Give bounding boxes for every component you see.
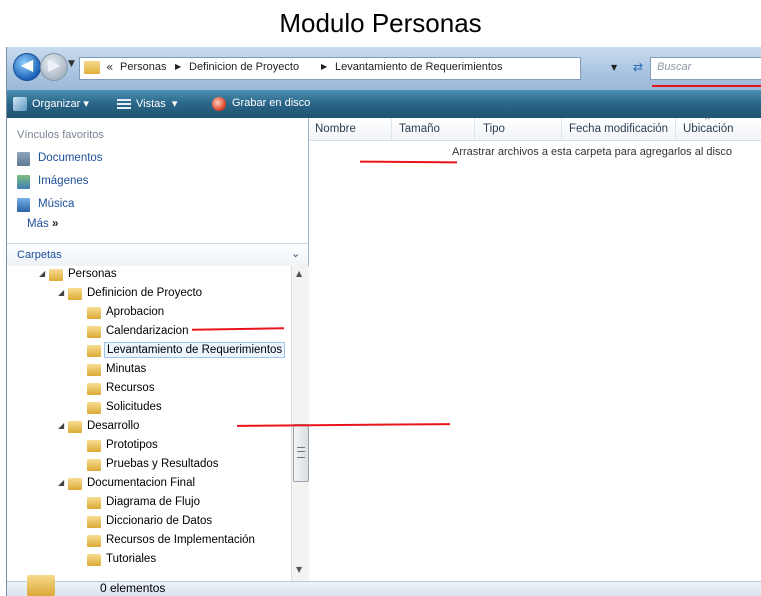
views-button[interactable]: Vistas ▾ xyxy=(136,97,177,110)
more-favorites-link[interactable]: Más » xyxy=(27,218,58,230)
folder-icon xyxy=(68,421,82,433)
folders-heading: Carpetas xyxy=(17,249,62,261)
tree-item-label: Solicitudes xyxy=(106,401,162,413)
refresh-icon[interactable]: ⇄ xyxy=(628,57,648,78)
folder-icon xyxy=(87,440,101,452)
tree-item-label: Desarrollo xyxy=(87,420,140,432)
empty-folder-message: Arrastrar archivos a esta carpeta para a… xyxy=(452,146,733,158)
organize-label: Organizar xyxy=(32,98,81,110)
scroll-down-icon[interactable]: ▼ xyxy=(296,565,302,574)
folder-icon xyxy=(68,288,82,300)
organize-icon xyxy=(13,97,27,111)
folder-icon xyxy=(87,307,101,319)
folder-icon xyxy=(68,478,82,490)
breadcrumb-definicion[interactable]: Definicion de Proyecto xyxy=(189,61,299,73)
tree-item-label: Personas xyxy=(68,268,117,280)
column-divider[interactable] xyxy=(675,118,676,140)
folder-icon xyxy=(87,516,101,528)
expanded-triangle-icon[interactable]: ◢ xyxy=(58,288,64,297)
folder-icon xyxy=(87,383,101,395)
tree-item-label: Aprobacion xyxy=(106,306,165,318)
breadcrumb-separator-icon[interactable]: ▶ xyxy=(175,62,181,71)
folder-icon xyxy=(87,497,101,509)
tree-item-label: Calendarizacion xyxy=(106,325,189,337)
tree-item-label: Minutas xyxy=(106,363,147,375)
folder-icon xyxy=(49,269,63,281)
search-placeholder: Buscar xyxy=(657,61,692,73)
more-label: Más xyxy=(27,218,49,230)
explorer-window: ◀ ▶ ▼ « Personas ▶ Definicion de Proyect… xyxy=(6,47,761,596)
folder-tree: ◢ Personas ◢ Definicion de Proyecto Aproba… xyxy=(7,266,291,581)
page-title: Modulo Personas xyxy=(279,8,482,38)
recent-pages-dropdown-icon[interactable]: ▼ xyxy=(68,59,75,69)
folder-icon xyxy=(87,326,101,338)
favorite-label: Imágenes xyxy=(38,175,89,187)
forward-arrow-icon: ▶ xyxy=(47,55,61,74)
address-dropdown-icon[interactable]: ▼ xyxy=(611,63,617,72)
breadcrumb-levantamiento[interactable]: Levantamiento de Requerimientos xyxy=(335,61,503,73)
item-count: 0 elementos xyxy=(100,581,166,595)
scrollbar-thumb[interactable] xyxy=(293,424,309,482)
file-list-pane: Nombre Tamaño Tipo Fecha modificación ^ … xyxy=(309,116,761,581)
pictures-icon xyxy=(17,175,30,189)
folders-header[interactable]: Carpetas ⌄ xyxy=(7,243,308,266)
folder-icon xyxy=(27,575,55,596)
column-tipo[interactable]: Tipo xyxy=(483,123,505,135)
column-divider[interactable] xyxy=(391,118,392,140)
column-fecha[interactable]: Fecha modificación xyxy=(569,123,668,135)
grip-icon xyxy=(297,447,305,458)
folder-icon xyxy=(84,61,100,74)
folder-icon xyxy=(87,402,101,414)
back-arrow-icon: ◀ xyxy=(20,55,34,74)
organize-button[interactable]: Organizar ▾ xyxy=(32,97,89,110)
documents-icon xyxy=(17,152,30,166)
favorite-label: Documentos xyxy=(38,152,103,164)
tree-item-label: Tutoriales xyxy=(106,553,157,565)
folder-icon xyxy=(87,459,101,471)
column-header-row: Nombre Tamaño Tipo Fecha modificación ^ … xyxy=(309,116,761,141)
folder-icon xyxy=(87,554,101,566)
favorite-label: Música xyxy=(38,198,75,210)
expanded-triangle-icon[interactable]: ◢ xyxy=(58,421,64,430)
tree-item-label: Pruebas y Resultados xyxy=(106,458,219,470)
address-overflow-chevron[interactable]: « xyxy=(106,60,113,74)
search-input[interactable]: Buscar xyxy=(650,57,761,80)
back-button[interactable]: ◀ xyxy=(13,53,41,81)
forward-button[interactable]: ▶ xyxy=(40,53,68,81)
breadcrumb-personas[interactable]: Personas xyxy=(120,61,166,73)
chevron-down-icon[interactable]: ⌄ xyxy=(291,247,300,260)
expanded-triangle-icon[interactable]: ◢ xyxy=(39,269,45,278)
views-icon xyxy=(117,97,131,111)
tree-item-label: Diccionario de Datos xyxy=(106,515,213,527)
tree-item-label: Prototipos xyxy=(106,439,158,451)
tree-item-label: Recursos xyxy=(106,382,155,394)
folder-icon xyxy=(87,345,101,357)
music-icon xyxy=(17,198,30,212)
breadcrumb-separator-icon[interactable]: ▶ xyxy=(321,62,327,71)
column-nombre[interactable]: Nombre xyxy=(315,123,356,135)
folder-icon xyxy=(87,364,101,376)
more-chevron-icon: » xyxy=(51,218,59,230)
views-label: Vistas xyxy=(136,98,166,110)
folder-icon xyxy=(87,535,101,547)
address-row: ◀ ▶ ▼ « Personas ▶ Definicion de Proyect… xyxy=(7,47,761,90)
column-ubicacion[interactable]: Ubicación xyxy=(683,123,734,135)
burn-button[interactable]: Grabar en disco xyxy=(232,97,310,109)
command-toolbar: Organizar ▾ Vistas ▾ Grabar en disco xyxy=(7,90,761,118)
tree-item-label: Recursos de Implementación xyxy=(106,534,255,546)
address-bar[interactable]: « Personas ▶ Definicion de Proyecto ▶ Le… xyxy=(79,57,581,80)
column-divider[interactable] xyxy=(474,118,475,140)
favorites-heading: Vínculos favoritos xyxy=(17,129,104,141)
expanded-triangle-icon[interactable]: ◢ xyxy=(58,478,64,487)
burn-disc-icon xyxy=(212,97,226,111)
column-tamano[interactable]: Tamaño xyxy=(399,123,440,135)
tree-item-label: Documentacion Final xyxy=(87,477,196,489)
scroll-up-icon[interactable]: ▲ xyxy=(296,269,302,278)
tree-item-label: Definicion de Proyecto xyxy=(87,287,203,299)
tree-item-label: Levantamiento de Requerimientos xyxy=(104,342,286,358)
annotation-line xyxy=(652,85,761,87)
navigation-pane: Vínculos favoritos Documentos Imágenes M… xyxy=(7,118,309,581)
tree-item-label: Diagrama de Flujo xyxy=(106,496,200,508)
column-divider[interactable] xyxy=(561,118,562,140)
